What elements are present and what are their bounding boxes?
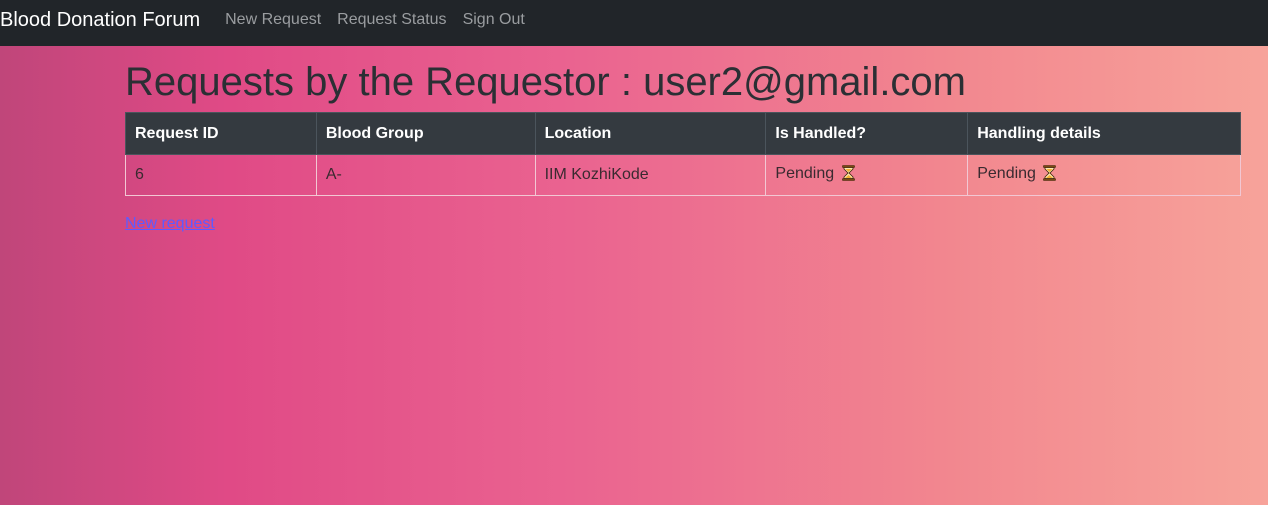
table-row: 6 A- IIM KozhiKode Pending Pending xyxy=(125,154,1241,196)
hourglass-icon xyxy=(841,164,855,186)
header-blood-group: Blood Group xyxy=(315,112,536,155)
nav-link-request-status[interactable]: Request Status xyxy=(337,11,446,29)
nav-link-new-request[interactable]: New Request xyxy=(225,11,321,29)
header-is-handled: Is Handled? xyxy=(765,112,969,155)
table-header-row: Request ID Blood Group Location Is Handl… xyxy=(125,112,1241,155)
header-handling-details: Handling details xyxy=(967,112,1241,155)
handling-details-status: Pending xyxy=(977,164,1036,182)
cell-request-id: 6 xyxy=(125,154,317,196)
requests-table: Request ID Blood Group Location Is Handl… xyxy=(125,112,1241,196)
header-location: Location xyxy=(534,112,767,155)
top-navbar: Blood Donation Forum New Request Request… xyxy=(0,0,1268,46)
nav-link-sign-out[interactable]: Sign Out xyxy=(463,11,525,29)
main-content: Requests by the Requestor : user2@gmail.… xyxy=(125,62,1241,233)
navbar-brand[interactable]: Blood Donation Forum xyxy=(0,9,200,32)
hourglass-icon xyxy=(1043,164,1057,186)
new-request-link[interactable]: New request xyxy=(125,215,215,233)
cell-blood-group: A- xyxy=(315,154,536,196)
cell-location: IIM KozhiKode xyxy=(534,154,767,196)
header-request-id: Request ID xyxy=(125,112,317,155)
cell-is-handled: Pending xyxy=(765,154,969,196)
is-handled-status: Pending xyxy=(775,164,835,182)
page-title: Requests by the Requestor : user2@gmail.… xyxy=(125,60,966,104)
cell-handling-details: Pending xyxy=(967,154,1241,196)
